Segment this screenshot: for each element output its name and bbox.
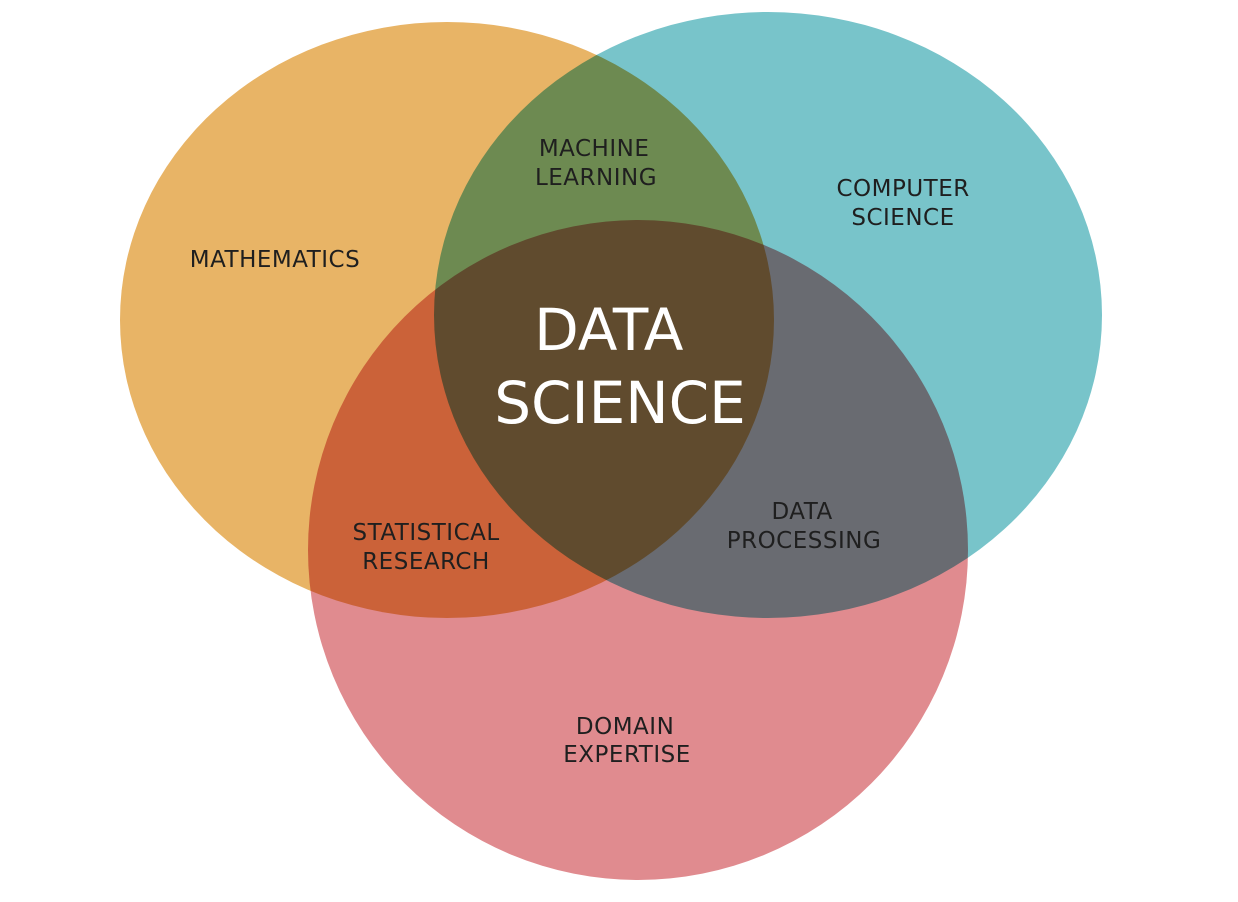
label-statistical-research-line-2: RESEARCH bbox=[362, 549, 490, 575]
venn-diagram: MATHEMATICS COMPUTER SCIENCE DOMAIN EXPE… bbox=[120, 12, 1102, 880]
label-mathematics: MATHEMATICS bbox=[190, 247, 360, 273]
label-machine-learning-line-1: MACHINE bbox=[539, 136, 650, 162]
label-mathematics-line-1: MATHEMATICS bbox=[190, 247, 360, 273]
label-data-science-line-2: SCIENCE bbox=[494, 369, 746, 437]
label-data-science-line-1: DATA bbox=[534, 296, 684, 364]
label-data-processing-line-2: PROCESSING bbox=[727, 528, 882, 554]
label-machine-learning-line-2: LEARNING bbox=[535, 165, 657, 191]
label-domain-expertise-line-2: EXPERTISE bbox=[563, 742, 690, 768]
label-data-processing-line-1: DATA bbox=[771, 499, 832, 525]
label-statistical-research-line-1: STATISTICAL bbox=[353, 520, 500, 546]
label-domain-expertise-line-1: DOMAIN bbox=[576, 714, 674, 740]
label-computer-science-line-1: COMPUTER bbox=[836, 176, 969, 202]
label-computer-science-line-2: SCIENCE bbox=[851, 205, 954, 231]
